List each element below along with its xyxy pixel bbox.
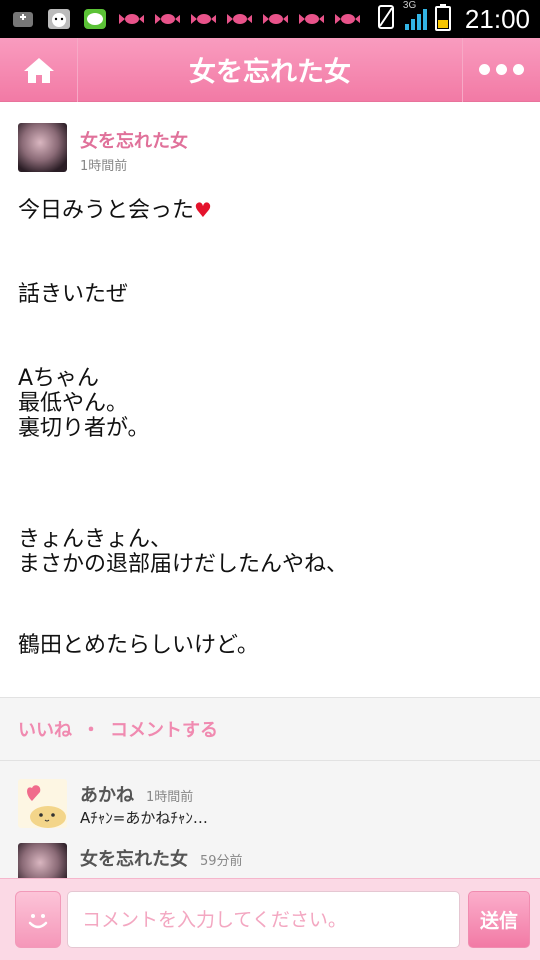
comment-author[interactable]: あかね 1時間前	[80, 781, 193, 807]
comment-author-name[interactable]: 女を忘れた女	[80, 849, 188, 870]
post-text: 今日みうと会った	[18, 198, 195, 223]
post-paragraph: 話きいたぜ	[18, 282, 129, 307]
emoji-button[interactable]	[15, 891, 61, 948]
candy-icon	[334, 8, 360, 30]
comment-input[interactable]	[67, 891, 460, 948]
heart-icon: ♥	[194, 198, 212, 222]
cat-app-icon	[46, 8, 72, 30]
comment-input-bar: 送信	[0, 878, 540, 960]
screenshot-icon	[10, 8, 36, 30]
no-sim-icon	[377, 4, 395, 34]
signal-icon: 3G	[403, 0, 427, 32]
candy-icon	[154, 8, 180, 30]
notification-icons	[10, 8, 360, 30]
home-button[interactable]	[0, 37, 78, 102]
candy-icon	[190, 8, 216, 30]
comment-timestamp: 1時間前	[146, 790, 194, 805]
avatar[interactable]	[18, 123, 67, 172]
post-paragraph: Aちゃん 最低やん。 裏切り者が。	[18, 366, 150, 441]
post-paragraph: 今日みうと会った♥	[18, 198, 518, 223]
candy-icon	[226, 8, 252, 30]
comment-list: あかね 1時間前 Aﾁｬﾝ=あかねﾁｬﾝ… 女を忘れた女 59分前	[0, 761, 540, 878]
home-icon	[23, 57, 54, 83]
post-body: 今日みうと会った♥ 話きいたぜ Aちゃん 最低やん。 裏切り者が。 きょんきょん…	[18, 198, 518, 658]
candy-icon	[262, 8, 288, 30]
post-author[interactable]: 女を忘れた女	[80, 127, 188, 153]
page-title: 女を忘れた女	[189, 57, 351, 88]
avatar[interactable]	[18, 843, 67, 878]
more-dot	[513, 64, 524, 75]
avatar[interactable]	[18, 779, 67, 828]
post-paragraph: 鶴田とめたらしいけど。	[18, 633, 259, 658]
post-card: 女を忘れた女 1時間前 今日みうと会った♥ 話きいたぜ Aちゃん 最低やん。 裏…	[0, 102, 540, 698]
candy-icon	[298, 8, 324, 30]
comment-button[interactable]: コメントする	[110, 716, 218, 742]
candy-icon	[118, 8, 144, 30]
line-app-icon	[82, 8, 108, 30]
more-dots-icon	[479, 64, 490, 75]
network-label: 3G	[402, 0, 417, 11]
post-actions: いいね ・ コメントする	[0, 698, 540, 760]
send-button[interactable]: 送信	[468, 891, 530, 948]
more-options-button[interactable]	[462, 37, 540, 102]
comment-timestamp: 59分前	[200, 854, 243, 869]
app-header: 女を忘れた女	[0, 37, 540, 102]
comment-text: Aﾁｬﾝ=あかねﾁｬﾝ…	[80, 809, 208, 827]
status-bar: 3G 21:00	[0, 0, 540, 38]
post-paragraph: きょんきょん、 まさかの退部届けだしたんやね、	[18, 527, 349, 577]
action-separator: ・	[82, 720, 100, 741]
like-button[interactable]: いいね	[18, 716, 72, 742]
comment-author-name[interactable]: あかね	[80, 785, 134, 806]
smiley-icon	[28, 913, 48, 928]
clock: 21:00	[464, 3, 530, 34]
battery-icon	[434, 3, 451, 35]
more-dot	[496, 64, 507, 75]
comment-author[interactable]: 女を忘れた女 59分前	[80, 845, 243, 871]
post-timestamp: 1時間前	[80, 159, 128, 174]
